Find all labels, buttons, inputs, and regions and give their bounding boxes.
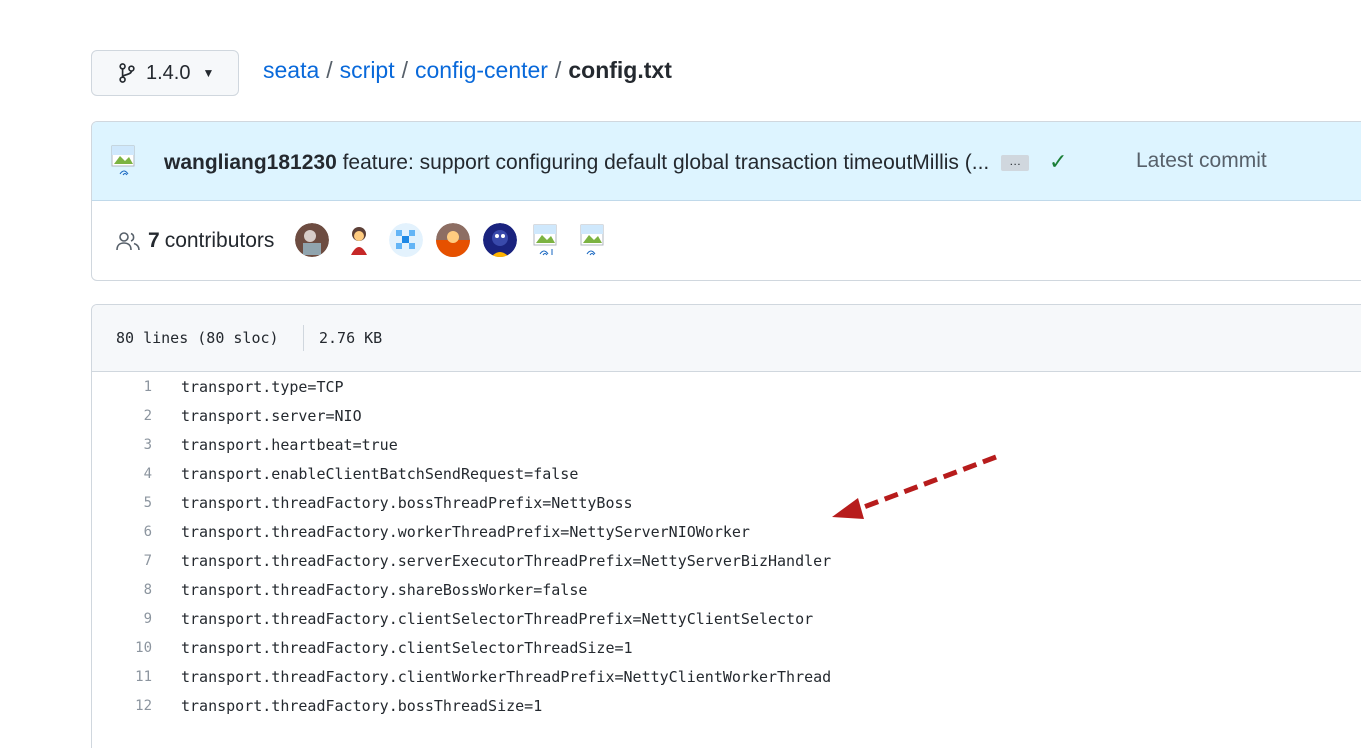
contributor-avatar[interactable] xyxy=(436,223,470,257)
code-line: 8 transport.threadFactory.shareBossWorker… xyxy=(92,576,1361,605)
contributors-label: contributors xyxy=(164,229,275,252)
code-line: 12 transport.threadFactory.bossThreadSize… xyxy=(92,692,1361,721)
code-line: 11 transport.threadFactory.clientWorkerTh… xyxy=(92,663,1361,692)
commit-box: wangliang181230 feature: support configu… xyxy=(91,121,1361,281)
breadcrumb-script-link[interactable]: script xyxy=(340,57,395,83)
breadcrumb-separator: / xyxy=(401,57,408,83)
breadcrumb-separator: / xyxy=(554,57,562,83)
line-number[interactable]: 9 xyxy=(92,605,152,634)
contributor-avatar[interactable] xyxy=(342,223,376,257)
code-line: 7 transport.threadFactory.serverExecutorT… xyxy=(92,547,1361,576)
broken-image-avatar-icon[interactable] xyxy=(110,144,140,178)
contributor-avatars xyxy=(295,223,624,257)
commit-message-link[interactable]: feature: support configuring default glo… xyxy=(343,151,990,174)
file-info-bar: 80 lines (80 sloc) 2.76 KB xyxy=(92,305,1361,372)
line-content: transport.threadFactory.bossThreadPrefix… xyxy=(181,494,633,512)
line-number[interactable]: 1 xyxy=(92,373,152,402)
line-number[interactable]: 2 xyxy=(92,402,152,431)
expand-commit-message-button[interactable]: … xyxy=(1001,155,1030,172)
check-icon[interactable]: ✓ xyxy=(1049,149,1067,174)
line-number[interactable]: 4 xyxy=(92,460,152,489)
line-number[interactable]: 10 xyxy=(92,634,152,663)
breadcrumb-separator: / xyxy=(326,57,333,83)
code-listing: 1 transport.type=TCP 2 transport.server=NIO… xyxy=(92,372,1361,721)
code-line: 9 transport.threadFactory.clientSelectorT… xyxy=(92,605,1361,634)
branch-selector-button[interactable]: 1.4.0 ▼ xyxy=(91,50,239,96)
latest-commit-bar: wangliang181230 feature: support configu… xyxy=(92,122,1361,201)
line-number[interactable]: 5 xyxy=(92,489,152,518)
code-line: 4 transport.enableClientBatchSendRequest=… xyxy=(92,460,1361,489)
line-content: transport.threadFactory.clientWorkerThre… xyxy=(181,668,832,686)
contributor-avatar[interactable] xyxy=(389,223,423,257)
breadcrumb: seata / script / config-center / config.txt xyxy=(263,56,672,84)
line-number[interactable]: 12 xyxy=(92,692,152,721)
branch-name: 1.4.0 xyxy=(146,61,191,84)
code-line: 5 transport.threadFactory.bossThreadPrefi… xyxy=(92,489,1361,518)
code-line: 2 transport.server=NIO xyxy=(92,402,1361,431)
line-content: transport.threadFactory.shareBossWorker=… xyxy=(181,581,588,599)
line-number[interactable]: 7 xyxy=(92,547,152,576)
broken-image-avatar-icon[interactable] xyxy=(530,223,564,257)
breadcrumb-current-file: config.txt xyxy=(568,57,672,83)
code-line: 1 transport.type=TCP xyxy=(92,373,1361,402)
contributor-avatar[interactable] xyxy=(295,223,329,257)
line-content: transport.threadFactory.clientSelectorTh… xyxy=(181,610,814,628)
line-content: transport.threadFactory.workerThreadPref… xyxy=(181,523,750,541)
line-content: transport.server=NIO xyxy=(181,407,362,425)
line-content: transport.enableClientBatchSendRequest=f… xyxy=(181,465,579,483)
file-viewer: 80 lines (80 sloc) 2.76 KB 1 transport.ty… xyxy=(91,304,1361,748)
code-line: 6 transport.threadFactory.workerThreadPre… xyxy=(92,518,1361,547)
commit-summary: wangliang181230 feature: support configu… xyxy=(164,149,1067,175)
code-line: 3 transport.heartbeat=true xyxy=(92,431,1361,460)
contributor-avatar[interactable] xyxy=(483,223,517,257)
git-branch-icon xyxy=(119,63,135,83)
contributors-count: 7 xyxy=(148,229,160,252)
latest-commit-label: Latest commit xyxy=(1136,149,1267,172)
breadcrumb-repo-link[interactable]: seata xyxy=(263,57,319,83)
page: 1.4.0 ▼ seata / script / config-center / confi… xyxy=(0,0,1361,748)
line-content: transport.heartbeat=true xyxy=(181,436,398,454)
line-content: transport.type=TCP xyxy=(181,378,344,396)
line-content: transport.threadFactory.clientSelectorTh… xyxy=(181,639,633,657)
contributors-row: 7 contributors xyxy=(92,201,1361,280)
contributors-link[interactable]: 7 contributors xyxy=(116,229,274,253)
line-number[interactable]: 3 xyxy=(92,431,152,460)
line-number[interactable]: 11 xyxy=(92,663,152,692)
code-line: 10 transport.threadFactory.clientSelector… xyxy=(92,634,1361,663)
file-size: 2.76 KB xyxy=(319,329,383,347)
line-number[interactable]: 8 xyxy=(92,576,152,605)
commit-author-link[interactable]: wangliang181230 xyxy=(164,151,337,174)
line-content: transport.threadFactory.bossThreadSize=1 xyxy=(181,697,543,715)
broken-image-avatar-icon[interactable] xyxy=(577,223,611,257)
breadcrumb-config-center-link[interactable]: config-center xyxy=(415,57,548,83)
file-line-count: 80 lines (80 sloc) xyxy=(116,329,279,347)
file-info-divider xyxy=(303,325,304,351)
line-number[interactable]: 6 xyxy=(92,518,152,547)
line-content: transport.threadFactory.serverExecutorTh… xyxy=(181,552,832,570)
people-icon xyxy=(116,232,140,251)
chevron-down-icon: ▼ xyxy=(202,66,215,80)
